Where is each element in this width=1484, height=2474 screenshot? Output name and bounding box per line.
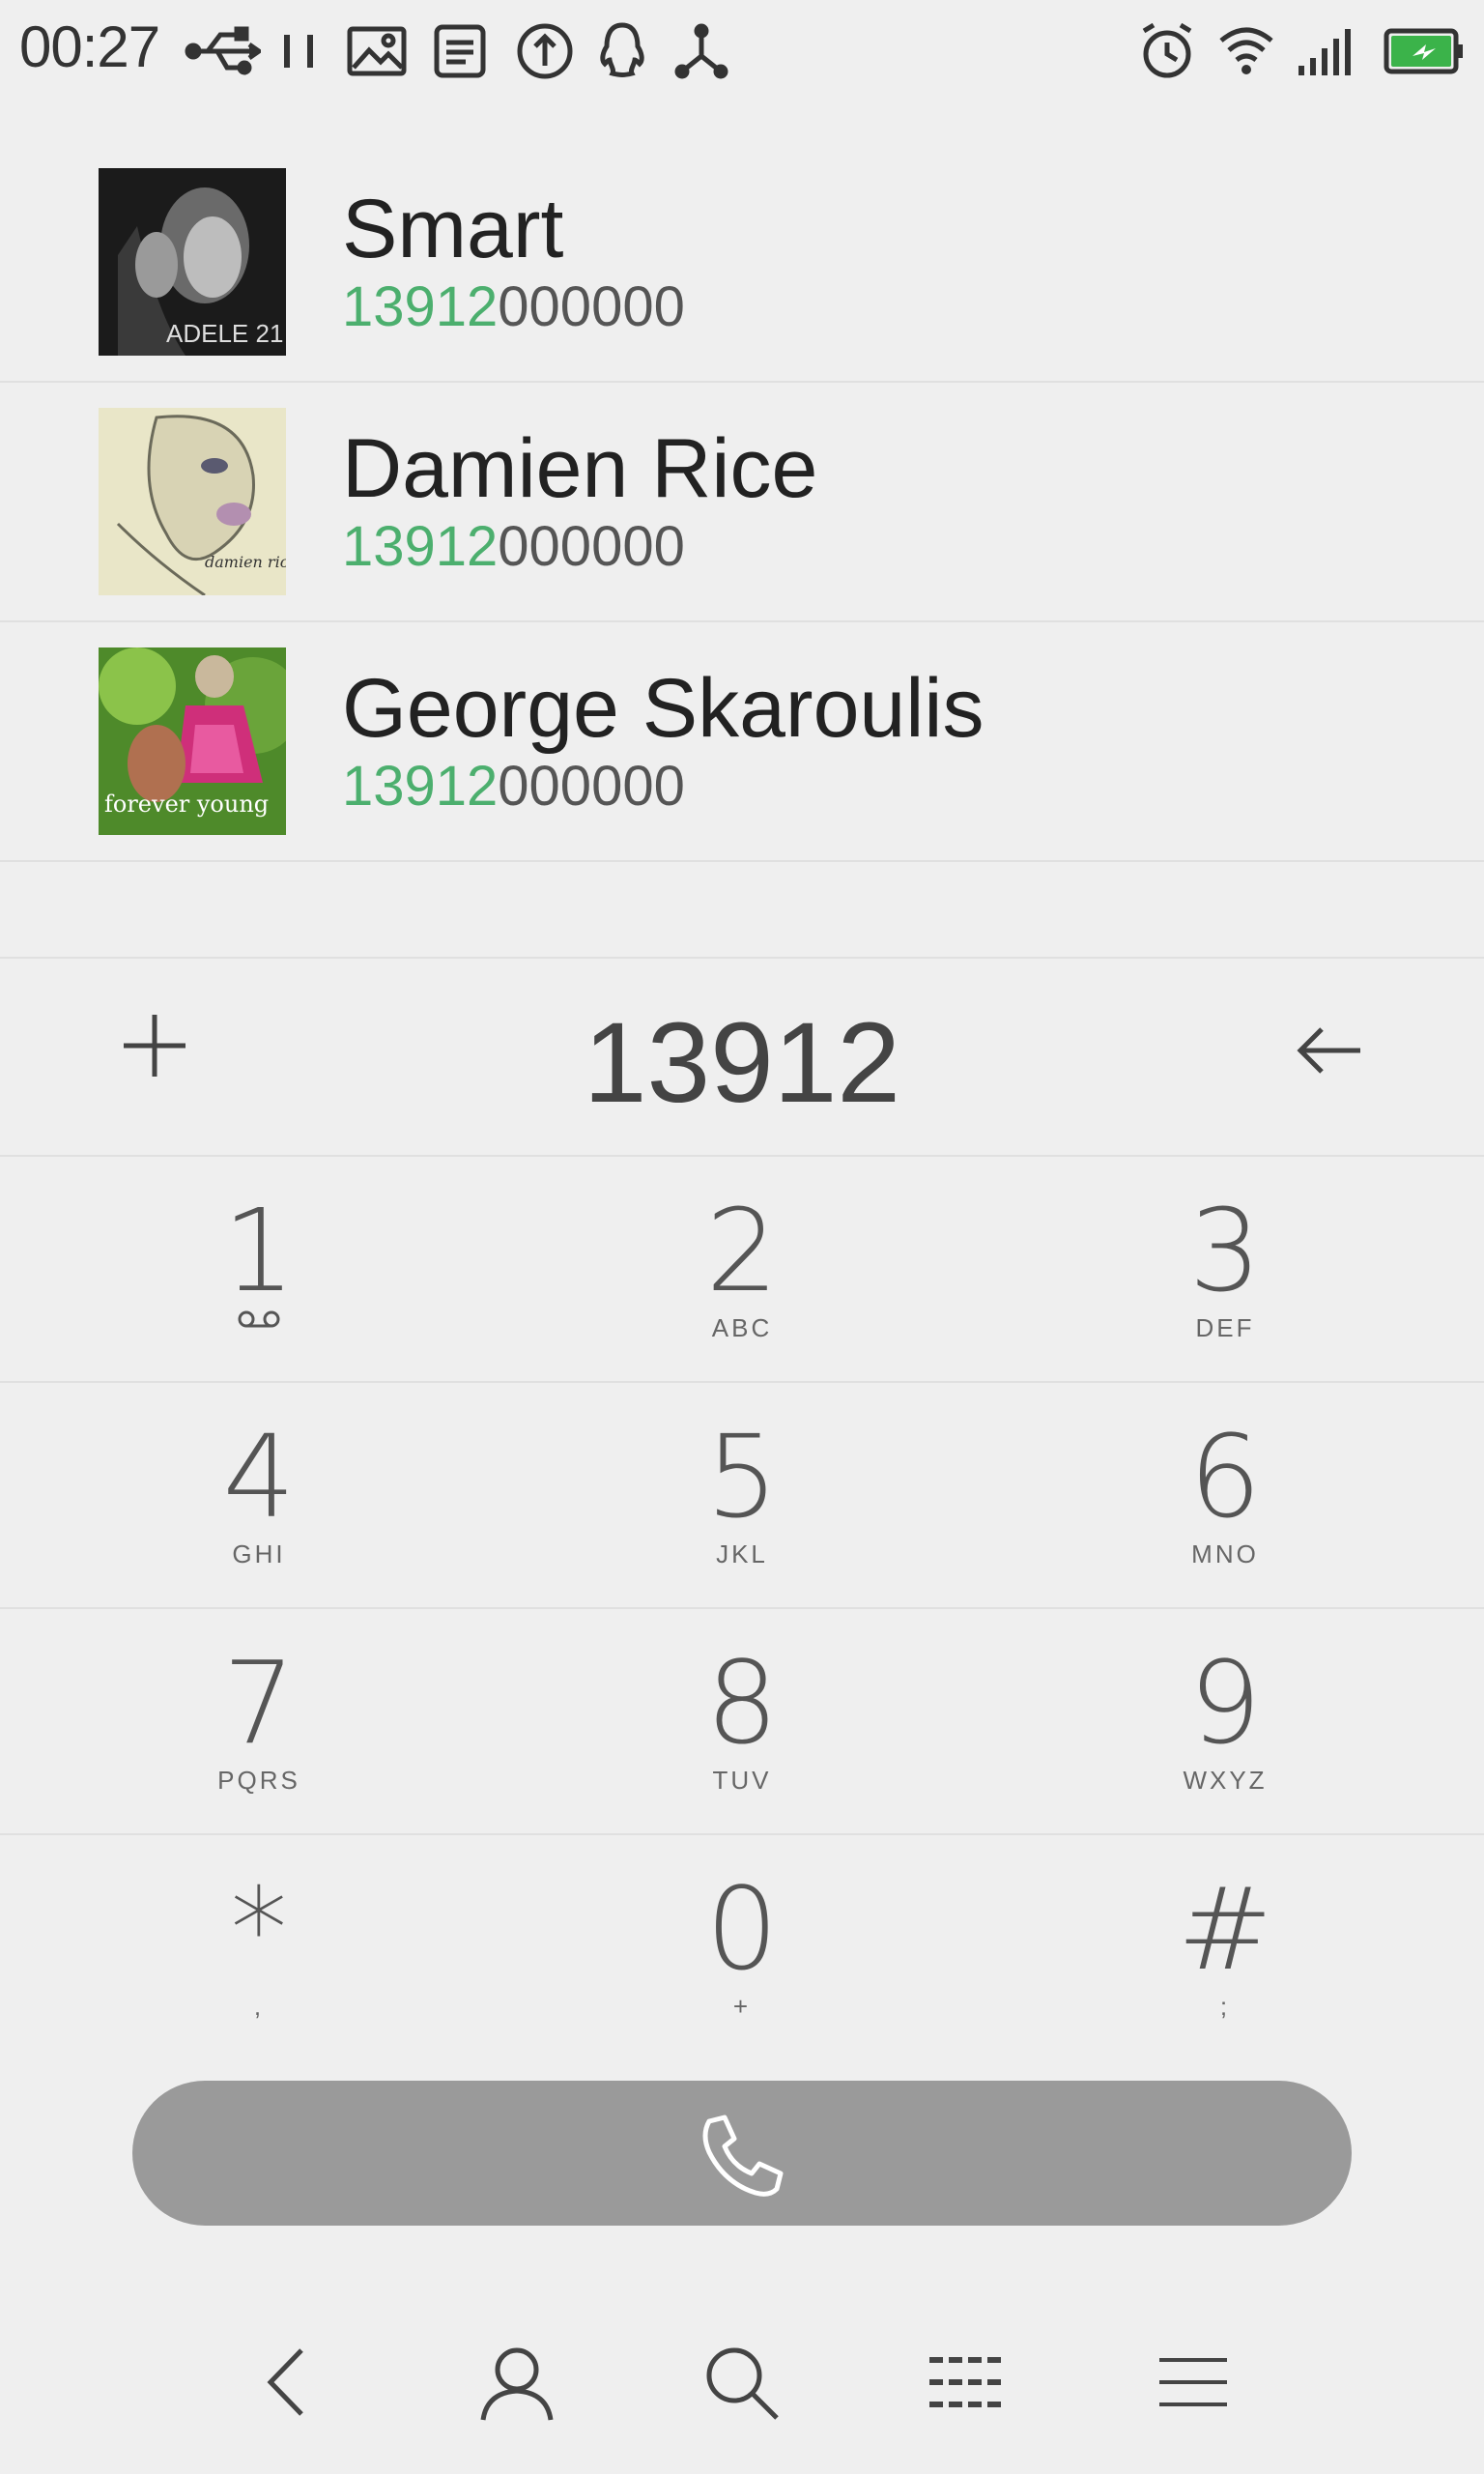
- contact-avatar: damien rice: [99, 408, 286, 595]
- key-letters: GHI: [232, 1539, 286, 1568]
- upload-icon: [514, 17, 576, 85]
- contacts-icon[interactable]: [473, 2339, 560, 2426]
- contact-avatar: forever young: [99, 647, 286, 835]
- key-3[interactable]: 3 DEF: [1080, 1157, 1370, 1381]
- contact-item[interactable]: forever young George Skaroulis 139120000…: [0, 622, 1484, 862]
- note-icon: [431, 17, 489, 85]
- key-digit: 4: [222, 1410, 296, 1543]
- svg-text:damien rice: damien rice: [205, 553, 286, 571]
- call-button[interactable]: [132, 2081, 1352, 2226]
- alarm-icon: [1136, 17, 1198, 85]
- keypad-row: 1 2 ABC 3 DEF: [0, 1157, 1484, 1383]
- contact-suggestion-list: ADELE 21 Smart 13912000000 damien rice D…: [0, 143, 1484, 862]
- contact-name: Damien Rice: [342, 422, 818, 515]
- key-letters: TUV: [712, 1766, 772, 1795]
- usb-icon: [184, 17, 264, 85]
- image-icon: [346, 17, 408, 85]
- keypad-row: 4 GHI 5 JKL 6 MNO: [0, 1383, 1484, 1609]
- key-letters: +: [732, 1992, 752, 2021]
- key-letters: ;: [1219, 1992, 1231, 2021]
- key-4[interactable]: 4 GHI: [114, 1383, 404, 1607]
- key-digit: 9: [1188, 1636, 1262, 1769]
- menu-icon[interactable]: [1150, 2339, 1237, 2426]
- dialpad-icon[interactable]: [924, 2339, 1011, 2426]
- wifi-icon: [1215, 17, 1277, 85]
- key-digit: 1: [222, 1184, 296, 1317]
- search-icon[interactable]: [698, 2339, 785, 2426]
- key-letters: ,: [253, 1992, 265, 2021]
- status-time: 00:27: [19, 14, 160, 79]
- key-2[interactable]: 2 ABC: [597, 1157, 887, 1381]
- key-digit: 2: [705, 1184, 779, 1317]
- contact-name: George Skaroulis: [342, 662, 985, 755]
- key-letters: DEF: [1195, 1313, 1255, 1342]
- svg-text:forever young: forever young: [104, 791, 269, 818]
- dial-keypad: 1 2 ABC 3 DEF 4 GHI 5 JKL 6 MNO 7 PQRS 8…: [0, 1157, 1484, 2059]
- phone-icon: [696, 2110, 788, 2202]
- contact-number: 13912000000: [342, 514, 685, 579]
- key-8[interactable]: 8 TUV: [597, 1609, 887, 1833]
- key-digit: 6: [1188, 1410, 1262, 1543]
- key-1[interactable]: 1: [114, 1157, 404, 1381]
- contact-avatar: ADELE 21: [99, 168, 286, 356]
- battery-charging-icon: [1384, 17, 1465, 85]
- key-digit: 5: [705, 1410, 779, 1543]
- key-9[interactable]: 9 WXYZ: [1080, 1609, 1370, 1833]
- number-match: 13912: [342, 515, 499, 578]
- keypad-row: 7 PQRS 8 TUV 9 WXYZ: [0, 1609, 1484, 1835]
- key-digit: 0: [705, 1862, 779, 1996]
- number-rest: 000000: [498, 275, 685, 338]
- back-icon[interactable]: [245, 2339, 332, 2426]
- contact-name: Smart: [342, 183, 564, 275]
- status-bar: 00:27: [0, 0, 1484, 101]
- dial-input-row: 13912: [0, 959, 1484, 1157]
- key-letters: JKL: [716, 1539, 768, 1568]
- navigation-bar: [0, 2319, 1484, 2435]
- pause-icon: [280, 17, 319, 85]
- contact-number: 13912000000: [342, 274, 685, 339]
- key-digit: 7: [222, 1636, 296, 1769]
- backspace-arrow-icon[interactable]: [1291, 1012, 1368, 1089]
- number-rest: 000000: [498, 755, 685, 818]
- key-digit: 3: [1188, 1184, 1262, 1317]
- share-icon: [672, 17, 730, 85]
- key-star[interactable]: * ,: [114, 1835, 404, 2059]
- qq-icon: [593, 17, 651, 85]
- key-7[interactable]: 7 PQRS: [114, 1609, 404, 1833]
- contact-item[interactable]: ADELE 21 Smart 13912000000: [0, 143, 1484, 383]
- contact-number: 13912000000: [342, 754, 685, 819]
- key-letters: PQRS: [217, 1766, 300, 1795]
- keypad-row: * , 0 + # ;: [0, 1835, 1484, 2059]
- key-digit: #: [1177, 1862, 1273, 1996]
- key-0[interactable]: 0 +: [597, 1835, 887, 2059]
- key-letters: MNO: [1191, 1539, 1259, 1568]
- key-letters: ABC: [711, 1313, 773, 1342]
- key-6[interactable]: 6 MNO: [1080, 1383, 1370, 1607]
- key-letters: WXYZ: [1183, 1766, 1268, 1795]
- signal-icon: [1295, 17, 1356, 85]
- number-rest: 000000: [498, 515, 685, 578]
- number-match: 13912: [342, 275, 499, 338]
- contact-item[interactable]: damien rice Damien Rice 13912000000: [0, 383, 1484, 622]
- key-5[interactable]: 5 JKL: [597, 1383, 887, 1607]
- svg-text:ADELE 21: ADELE 21: [166, 319, 283, 348]
- number-match: 13912: [342, 755, 499, 818]
- key-digit: *: [230, 1862, 288, 1996]
- key-digit: 8: [705, 1636, 779, 1769]
- key-hash[interactable]: # ;: [1080, 1835, 1370, 2059]
- dialed-number[interactable]: 13912: [0, 997, 1484, 1129]
